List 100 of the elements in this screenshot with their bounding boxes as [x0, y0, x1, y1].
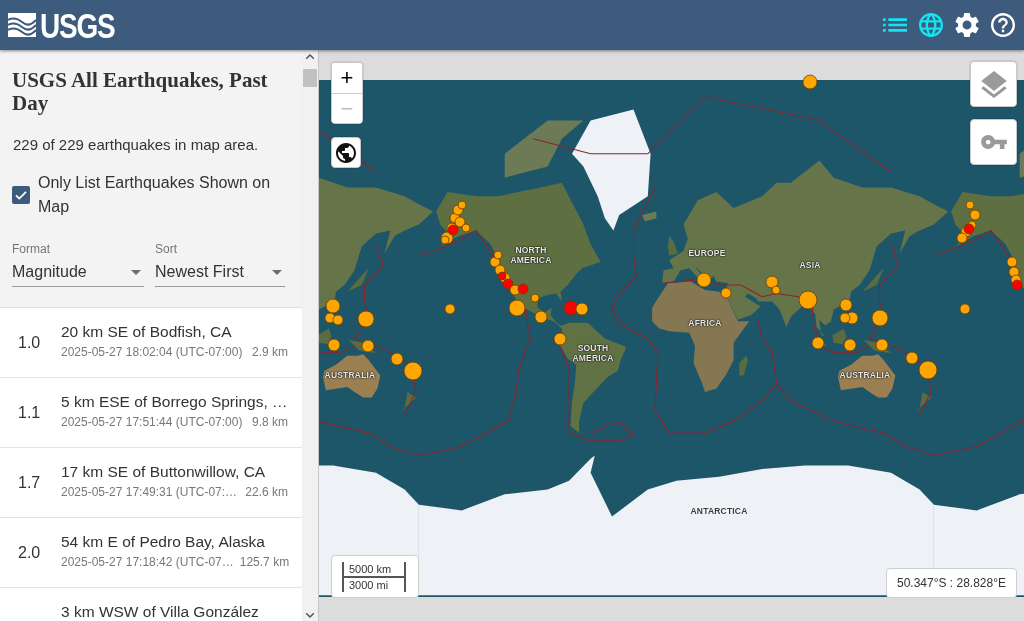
checkbox[interactable] [12, 186, 30, 204]
earthquake-marker[interactable] [1006, 256, 1018, 268]
earthquake-marker[interactable] [502, 278, 514, 290]
earthquake-marker[interactable] [508, 299, 526, 317]
map-label: SOUTH AMERICA [572, 343, 614, 363]
map-label: AUSTRALIA [324, 370, 376, 380]
earthquake-marker[interactable] [771, 285, 781, 295]
map-label: AFRICA [688, 318, 722, 328]
earthquake-list-item[interactable]: 2.0 54 km E of Pedro Bay, Alaska 2025-05-27 17:18:42 (UTC-07… 125.7 km [0, 518, 302, 588]
globe-button[interactable] [331, 137, 361, 168]
earthquake-marker[interactable] [447, 224, 459, 236]
earthquake-marker[interactable] [563, 300, 579, 316]
map-label: ANTARCTICA [690, 506, 748, 516]
island [913, 392, 931, 413]
settings-icon[interactable] [955, 13, 979, 37]
earthquake-marker[interactable] [517, 283, 529, 295]
place-text: 54 km E of Pedro Bay, Alaska [61, 533, 266, 551]
earthquake-marker[interactable] [534, 310, 548, 324]
earthquake-marker[interactable] [324, 312, 336, 324]
earthquake-marker[interactable] [357, 310, 375, 328]
earthquake-marker[interactable] [696, 272, 712, 288]
map-label: ASIA [799, 260, 821, 270]
earthquake-marker[interactable] [440, 235, 450, 245]
layers-icon [980, 70, 1007, 98]
coordinates-readout: 50.347°S : 28.828°E [886, 568, 1017, 598]
earthquake-marker[interactable] [327, 338, 341, 352]
earthquake-marker[interactable] [875, 338, 889, 352]
globe-icon[interactable] [919, 13, 943, 37]
select-label: Sort [155, 241, 178, 257]
continent [323, 354, 381, 398]
earthquake-marker[interactable] [720, 287, 732, 299]
earthquake-marker[interactable] [454, 216, 466, 228]
earthquake-marker[interactable] [802, 74, 818, 90]
earthquake-marker[interactable] [765, 275, 779, 289]
map-label: EUROPE [688, 248, 726, 258]
select-label: Format [12, 241, 51, 257]
list-icon[interactable] [883, 18, 907, 32]
earthquake-marker[interactable] [798, 290, 818, 310]
magnitude-text: 1.7 [18, 473, 41, 491]
earthquake-marker[interactable] [325, 298, 341, 314]
dropdown-select[interactable]: Newest First [155, 257, 285, 287]
dropdown-select[interactable]: Magnitude [12, 257, 144, 287]
earthquake-marker[interactable] [811, 336, 825, 350]
island [667, 236, 678, 256]
magnitude-text: 1.0 [18, 333, 41, 351]
earthquake-marker[interactable] [553, 332, 567, 346]
time-text: 2025-05-27 17:18:42 (UTC-07… [61, 555, 234, 570]
map-label: AUSTRALIA [839, 370, 891, 380]
earthquake-marker[interactable] [390, 352, 404, 366]
earthquake-marker[interactable] [956, 232, 968, 244]
depth-text: 9.8 km [252, 415, 288, 430]
time-text: 2025-05-27 17:51:44 (UTC-07:00) [61, 415, 243, 430]
earthquake-marker[interactable] [1008, 266, 1020, 278]
scrollbar-thumb[interactable] [303, 69, 317, 87]
panel-title: USGS All Earthquakes, Past Day [12, 69, 269, 115]
earthquake-marker[interactable] [361, 339, 375, 353]
earthquake-marker[interactable] [497, 271, 507, 281]
scroll-down-icon[interactable] [306, 613, 314, 618]
earthquake-marker[interactable] [843, 338, 857, 352]
time-text: 2025-05-27 17:49:31 (UTC-07:… [61, 485, 238, 500]
key-icon [980, 135, 1007, 149]
earthquake-marker[interactable] [959, 303, 971, 315]
scale-line: 3000 mi [342, 576, 406, 592]
earthquake-list-item[interactable]: 1.1 5 km ESE of Borrego Springs, … 2025-05-27 17:51:44 (UTC-07:00) 9.8 km [0, 378, 302, 448]
globe-icon [336, 142, 356, 163]
layers-button[interactable] [970, 61, 1017, 107]
earthquake-marker[interactable] [965, 200, 975, 210]
island [1019, 150, 1024, 178]
earthquake-list-item[interactable]: 1.7 17 km SE of Buttonwillow, CA 2025-05-27 17:49:31 (UTC-07:… 22.6 km [0, 448, 302, 518]
scroll-up-icon[interactable] [306, 54, 314, 59]
island [642, 211, 657, 222]
help-icon[interactable] [991, 13, 1015, 37]
earthquake-marker[interactable] [530, 293, 540, 303]
earthquake-marker[interactable] [457, 200, 467, 210]
depth-text: 2.9 km [252, 345, 288, 360]
earthquake-marker[interactable] [963, 223, 975, 235]
earthquake-marker[interactable] [871, 309, 889, 327]
caret-icon [272, 269, 282, 275]
key-button[interactable] [970, 119, 1017, 165]
earthquake-marker[interactable] [839, 298, 853, 312]
magnitude-text: 2.0 [18, 543, 41, 561]
earthquake-count: 229 of 229 earthquakes in map area. [13, 135, 260, 155]
place-text: 5 km ESE of Borrego Springs, … [61, 393, 288, 411]
earthquake-list-item[interactable]: 3 km WSW of Villa González [0, 588, 302, 621]
earthquake-marker[interactable] [444, 303, 456, 315]
earthquake-marker[interactable] [839, 312, 851, 324]
earthquake-marker[interactable] [332, 314, 344, 326]
earthquake-list-item[interactable]: 1.0 20 km SE of Bodfish, CA 2025-05-27 18:02:04 (UTC-07:00) 2.9 km [0, 308, 302, 378]
logo-icon [8, 13, 36, 37]
earthquake-marker[interactable] [461, 223, 471, 233]
place-text: 17 km SE of Buttonwillow, CA [61, 463, 267, 481]
logo-text: USGS [40, 7, 115, 43]
earthquake-marker[interactable] [918, 360, 938, 380]
depth-text: 22.6 km [245, 485, 288, 500]
earthquake-marker[interactable] [905, 351, 919, 365]
earthquake-marker[interactable] [493, 250, 503, 260]
earthquake-marker[interactable] [403, 361, 423, 381]
earthquake-marker[interactable] [969, 209, 981, 221]
earthquake-marker[interactable] [575, 302, 589, 316]
earthquake-marker[interactable] [1011, 279, 1023, 291]
